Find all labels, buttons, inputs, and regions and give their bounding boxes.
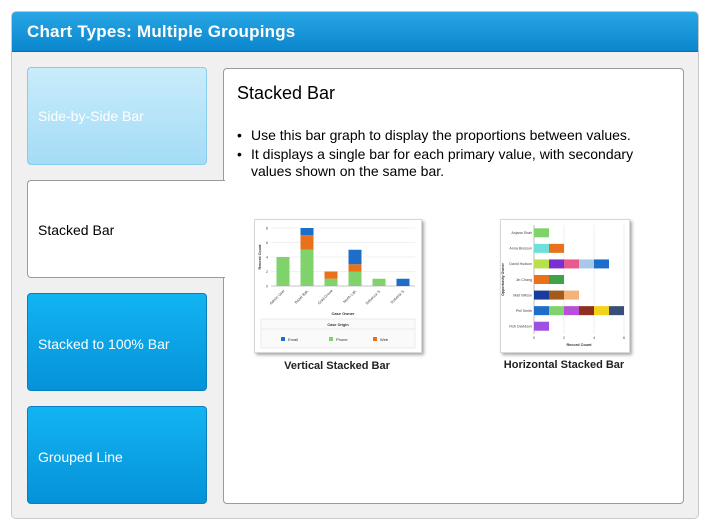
tab-side-by-side-bar[interactable]: Side-by-Side Bar <box>27 67 207 165</box>
bar-segment <box>348 271 362 286</box>
content-panel: Stacked Bar Use this bar graph to displa… <box>223 68 684 504</box>
bar-segment <box>534 228 549 238</box>
bar-segment <box>609 306 624 316</box>
tab-stacked-bar[interactable]: Stacked Bar <box>27 180 225 278</box>
bar-segment <box>300 235 314 250</box>
x-tick-label: Admin User <box>269 288 286 305</box>
bar-segment <box>594 306 609 316</box>
legend-label: Email <box>288 337 298 342</box>
x-tick-label: 2 <box>563 336 565 340</box>
bar-segment <box>579 259 594 269</box>
header-bar: Chart Types: Multiple Groupings <box>12 12 698 52</box>
y-tick-label: Jin Chang <box>516 278 532 282</box>
y-tick-label: Phil Smith <box>516 309 532 313</box>
x-tick-label: 0 <box>533 336 535 340</box>
y-tick-label: 8 <box>266 227 268 231</box>
legend-swatch <box>373 337 377 341</box>
bullet-list: Use this bar graph to display the propor… <box>237 127 657 182</box>
bar-segment <box>534 306 549 316</box>
x-tick-label: Bazel Bak. <box>294 289 310 305</box>
y-axis-label: Opportunity Owner <box>501 263 505 296</box>
tab-label: Stacked to 100% Bar <box>38 336 170 352</box>
y-axis-label: Record Count <box>258 244 262 270</box>
content-title: Stacked Bar <box>237 83 336 103</box>
y-tick-label: David Hudson <box>509 262 532 266</box>
bar-segment <box>348 264 362 272</box>
bar-segment <box>549 290 564 300</box>
bar-segment <box>324 278 338 286</box>
tab-stacked-to-100-bar[interactable]: Stacked to 100% Bar <box>27 293 207 391</box>
bar-segment <box>300 249 314 286</box>
bar-segment <box>579 306 594 316</box>
horizontal-stacked-bar-caption: Horizontal Stacked Bar <box>503 359 625 371</box>
x-tick-label: 4 <box>593 336 595 340</box>
bar-segment <box>564 259 579 269</box>
y-tick-label: Rob Davidson <box>509 325 532 329</box>
bar-segment <box>534 275 549 284</box>
bar-segment <box>594 259 609 269</box>
bullet-item: Use this bar graph to display the propor… <box>237 127 657 144</box>
bar-segment <box>549 306 564 316</box>
bar-segment <box>300 228 314 236</box>
bar-segment <box>372 278 386 286</box>
x-tick-label: Roberta S. <box>390 289 406 305</box>
y-tick-label: Matt Wilson <box>513 293 532 297</box>
tab-label: Side-by-Side Bar <box>38 108 144 124</box>
y-tick-label: Anna Bresson <box>509 247 532 251</box>
page-title: Chart Types: Multiple Groupings <box>27 22 296 41</box>
bar-segment <box>564 290 579 300</box>
y-tick-label: 6 <box>266 241 268 245</box>
legend-swatch <box>281 337 285 341</box>
x-axis-label: Case Owner <box>331 311 355 316</box>
y-tick-label: Anjana Shah <box>511 231 532 235</box>
x-tick-label: North Lak. <box>342 289 357 304</box>
legend-label: Web <box>380 337 389 342</box>
vertical-stacked-bar-caption: Vertical Stacked Bar <box>284 360 390 372</box>
bar-segment <box>396 278 410 286</box>
legend-swatch <box>329 337 333 341</box>
bar-segment <box>549 275 564 284</box>
legend-title: Case Origin <box>327 323 349 327</box>
y-tick-label: 0 <box>266 285 268 289</box>
y-tick-label: 4 <box>266 256 268 260</box>
bar-segment <box>324 271 338 279</box>
tab-grouped-line[interactable]: Grouped Line <box>27 406 207 504</box>
x-tick-label: 6 <box>623 336 625 340</box>
bar-segment <box>549 243 564 253</box>
bar-segment <box>549 259 564 269</box>
tab-label: Stacked Bar <box>38 222 115 238</box>
horizontal-stacked-bar-image: 0 2 4 6 Record Count Opportunity Owner Anjana … <box>500 219 630 353</box>
vertical-stacked-bar-image: 0 2 4 6 8 Record Count Admin User Bazel Bak. Gol… <box>254 219 422 353</box>
bar-segment <box>348 249 362 265</box>
legend-label: Phone <box>336 337 348 342</box>
vertical-stacked-bar-chart: 0 2 4 6 8 Record Count Admin User Bazel Bak. Gol… <box>258 227 416 349</box>
horizontal-stacked-bar-chart: 0 2 4 6 Record Count Opportunity Owner Anjana … <box>501 225 625 347</box>
x-axis-label: Record Count <box>566 343 592 347</box>
bar-segment <box>534 290 549 300</box>
bar-segment <box>564 306 579 316</box>
bar-segment <box>534 259 549 269</box>
tab-label: Grouped Line <box>38 449 123 465</box>
course-frame: Chart Types: Multiple Groupings Side-by-… <box>11 11 699 519</box>
bar-segment <box>276 257 290 286</box>
x-tick-label: Gold Grove <box>317 289 334 306</box>
y-tick-label: 2 <box>266 270 268 274</box>
x-tick-label: Rebecca S. <box>365 289 382 306</box>
bar-segment <box>534 321 549 331</box>
bullet-item: It displays a single bar for each primar… <box>237 146 657 180</box>
bar-segment <box>534 243 549 253</box>
